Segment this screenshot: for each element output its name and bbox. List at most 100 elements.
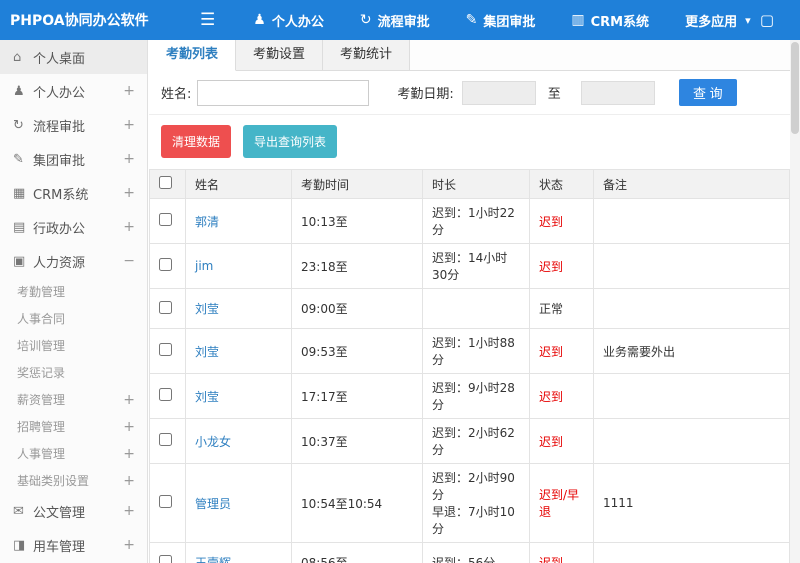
row-name-link[interactable]: 刘莹 — [195, 302, 219, 316]
sidebar-item-hr[interactable]: ▣ 人力资源 − — [0, 244, 147, 278]
row-checkbox[interactable] — [159, 343, 172, 356]
row-status: 正常 — [529, 288, 594, 329]
sidebar-item-group-approval[interactable]: ✎ 集团审批 + — [0, 142, 147, 176]
row-checkbox[interactable] — [159, 213, 172, 226]
tab-attendance-list[interactable]: 考勤列表 — [149, 40, 237, 71]
nav-personal-office[interactable]: ♟ 个人办公 — [253, 11, 324, 30]
nav-workflow-approval[interactable]: ↻ 流程审批 — [360, 11, 430, 30]
expand-plus-icon[interactable]: + — [123, 185, 135, 201]
sidebar-sub-rewards[interactable]: 奖惩记录 — [0, 359, 147, 386]
sidebar-item-workflow[interactable]: ↻ 流程审批 + — [0, 108, 147, 142]
sidebar-sub-personnel[interactable]: 人事管理 + — [0, 440, 147, 467]
row-name-link[interactable]: 小龙女 — [195, 435, 231, 449]
document-icon: ✉ — [13, 503, 24, 519]
nav-label: 个人办公 — [271, 14, 324, 30]
col-status: 状态 — [529, 169, 594, 199]
sidebar-sub-attendance[interactable]: 考勤管理 — [0, 278, 147, 305]
top-bar: PHPOA协同办公软件 ☰ ♟ 个人办公 ↻ 流程审批 ✎ 集团审批 ▥ CRM… — [0, 0, 800, 40]
chart-icon: ▥ — [571, 12, 585, 28]
row-duration: 迟到：2小时62分 — [422, 418, 530, 464]
row-checkbox[interactable] — [159, 258, 172, 271]
app-title: PHPOA协同办公软件 — [10, 13, 149, 29]
expand-plus-icon[interactable]: + — [123, 473, 135, 489]
sidebar-item-vehicle[interactable]: ◨ 用车管理 + — [0, 528, 147, 562]
sidebar-sub-contract[interactable]: 人事合同 — [0, 305, 147, 332]
row-name-link[interactable]: 刘莹 — [195, 390, 219, 404]
filter-bar: 姓名: 考勤日期: 至 查 询 — [149, 71, 790, 115]
select-all-checkbox[interactable] — [159, 176, 172, 189]
date-from-input[interactable] — [461, 80, 536, 105]
col-name: 姓名 — [185, 169, 292, 199]
row-remark — [593, 373, 790, 419]
date-to-label: 至 — [547, 87, 561, 102]
hamburger-menu-icon[interactable]: ☰ — [200, 10, 215, 30]
expand-plus-icon[interactable]: + — [123, 392, 135, 408]
row-checkbox[interactable] — [159, 554, 172, 563]
nav-label: 流程审批 — [377, 14, 430, 30]
expand-plus-icon[interactable]: + — [123, 503, 135, 519]
sidebar-sub-training[interactable]: 培训管理 — [0, 332, 147, 359]
table-header-row: 姓名 考勤时间 时长 状态 备注 — [149, 169, 790, 199]
expand-plus-icon[interactable]: + — [123, 219, 135, 235]
sidebar-item-desktop[interactable]: ⌂ 个人桌面 — [0, 40, 147, 74]
row-remark — [593, 288, 790, 329]
expand-plus-icon[interactable]: + — [123, 446, 135, 462]
attendance-table-body: 郭清 10:13至 迟到：1小时22分 迟到 jim 23:18至 迟到：14小… — [149, 198, 790, 563]
row-name-link[interactable]: 管理员 — [195, 497, 231, 511]
sidebar-item-personal-office[interactable]: ♟ 个人办公 + — [0, 74, 147, 108]
expand-plus-icon[interactable]: + — [123, 537, 135, 553]
name-filter-label: 姓名: — [161, 87, 192, 102]
tab-attendance-stats[interactable]: 考勤统计 — [323, 40, 411, 71]
sidebar-item-admin-office[interactable]: ▤ 行政办公 + — [0, 210, 147, 244]
row-status: 迟到 — [529, 328, 594, 374]
sidebar-sub-salary[interactable]: 薪资管理 + — [0, 386, 147, 413]
fullscreen-icon[interactable]: ▢ — [760, 11, 774, 29]
row-time: 09:53至 — [291, 328, 423, 374]
nav-more-apps[interactable]: 更多应用 ▾ — [685, 11, 751, 30]
row-checkbox[interactable] — [159, 300, 172, 314]
row-name-link[interactable]: 王壹辉 — [195, 556, 231, 563]
sidebar-sub-recruit[interactable]: 招聘管理 + — [0, 413, 147, 440]
row-duration: 迟到：1小时22分 — [422, 198, 530, 244]
top-nav: ♟ 个人办公 ↻ 流程审批 ✎ 集团审批 ▥ CRM系统 更多应用 ▾ — [253, 11, 750, 30]
row-status: 迟到 — [529, 542, 594, 563]
collapse-minus-icon[interactable]: − — [123, 253, 135, 269]
sidebar-item-documents[interactable]: ✉ 公文管理 + — [0, 494, 147, 528]
row-remark — [593, 542, 790, 563]
table-row: jim 23:18至 迟到：14小时30分 迟到 — [149, 243, 790, 289]
export-list-button[interactable]: 导出查询列表 — [243, 125, 338, 158]
tab-attendance-settings[interactable]: 考勤设置 — [236, 40, 324, 71]
row-remark — [593, 198, 790, 244]
scrollbar-thumb[interactable] — [791, 42, 799, 134]
nav-group-approval[interactable]: ✎ 集团审批 — [466, 11, 536, 30]
nav-crm-system[interactable]: ▥ CRM系统 — [571, 11, 649, 30]
row-time: 09:00至 — [291, 288, 423, 329]
expand-plus-icon[interactable]: + — [123, 419, 135, 435]
hr-icon: ▣ — [13, 253, 26, 269]
sidebar-sub-base-category[interactable]: 基础类别设置 + — [0, 467, 147, 494]
workflow-icon: ↻ — [13, 117, 24, 133]
row-time: 10:54至10:54 — [291, 463, 423, 543]
row-duration — [422, 288, 530, 329]
row-time: 10:13至 — [291, 198, 423, 244]
row-checkbox[interactable] — [159, 388, 172, 401]
row-checkbox[interactable] — [159, 495, 172, 508]
row-checkbox[interactable] — [159, 433, 172, 446]
row-name-link[interactable]: 郭清 — [195, 215, 219, 229]
row-name-link[interactable]: 刘莹 — [195, 345, 219, 359]
search-button[interactable]: 查 询 — [678, 79, 737, 106]
name-filter-input[interactable] — [197, 79, 370, 106]
chart-icon: ▦ — [13, 185, 26, 201]
col-duration: 时长 — [422, 169, 530, 199]
expand-plus-icon[interactable]: + — [123, 117, 135, 133]
expand-plus-icon[interactable]: + — [123, 151, 135, 167]
col-remark: 备注 — [593, 169, 790, 199]
nav-label: 更多应用 — [685, 14, 738, 30]
row-name-link[interactable]: jim — [195, 259, 213, 273]
expand-plus-icon[interactable]: + — [123, 83, 135, 99]
sidebar-item-crm[interactable]: ▦ CRM系统 + — [0, 176, 147, 210]
vertical-scrollbar[interactable] — [790, 40, 800, 563]
clean-data-button[interactable]: 清理数据 — [161, 125, 232, 158]
date-to-input[interactable] — [580, 80, 655, 105]
edit-icon: ✎ — [465, 12, 478, 28]
